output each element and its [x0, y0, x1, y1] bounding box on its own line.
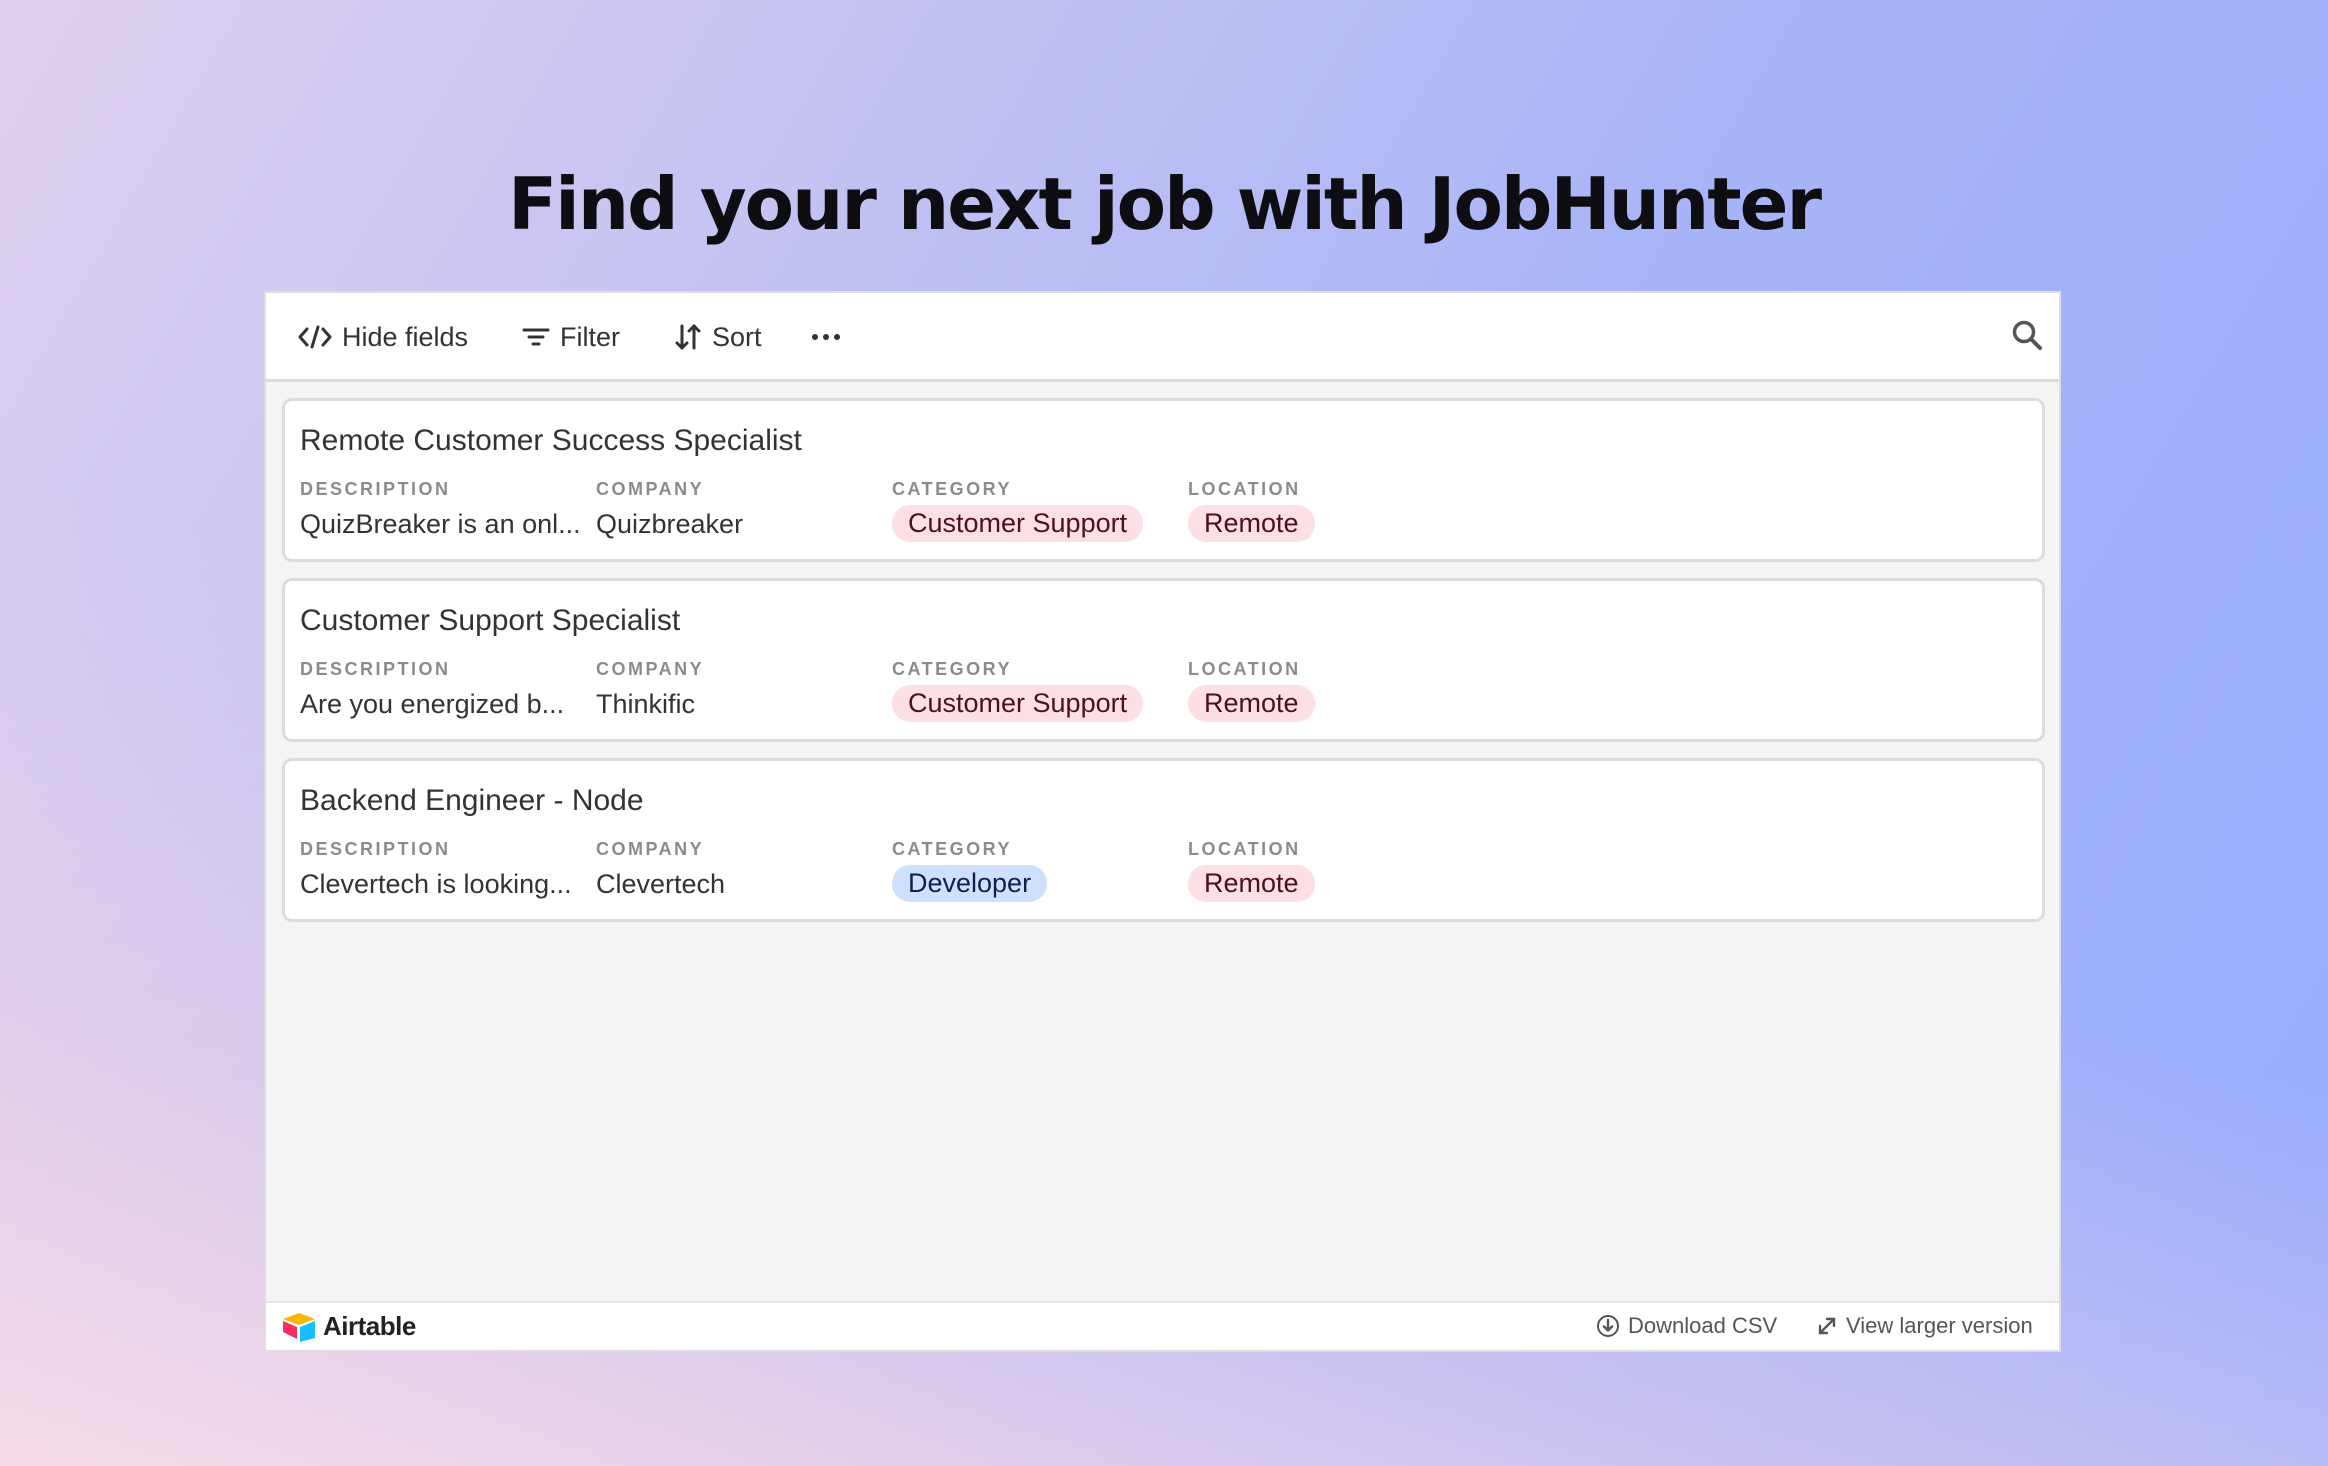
airtable-brand-name: Airtable [323, 1311, 416, 1341]
sort-icon [675, 324, 701, 350]
category-field: CATEGORY Customer Support [892, 479, 1144, 542]
location-field: LOCATION Remote [1188, 839, 1315, 902]
record-card[interactable]: Customer Support Specialist DESCRIPTION … [282, 578, 2045, 742]
record-title: Remote Customer Success Specialist [300, 424, 802, 457]
view-larger-link[interactable]: View larger version [1816, 1313, 2033, 1339]
sort-button[interactable]: Sort [674, 317, 762, 357]
category-pill: Developer [892, 865, 1048, 902]
record-card[interactable]: Remote Customer Success Specialist DESCR… [282, 398, 2045, 562]
download-icon [1597, 1315, 1619, 1337]
location-label: LOCATION [1188, 659, 1301, 679]
view-toolbar: Hide fields Filter Sort [266, 293, 2059, 382]
description-field: DESCRIPTION Are you energized b... [300, 659, 564, 719]
airtable-logo-icon [283, 1312, 315, 1342]
description-label: DESCRIPTION [300, 839, 451, 859]
ellipsis-icon [812, 334, 840, 340]
description-value: Are you energized b... [300, 689, 565, 719]
expand-icon [1818, 1317, 1836, 1335]
location-field: LOCATION Remote [1188, 479, 1315, 542]
record-title: Customer Support Specialist [300, 604, 681, 637]
hide-fields-icon [298, 325, 332, 349]
company-label: COMPANY [596, 479, 705, 499]
hide-fields-label: Hide fields [342, 321, 469, 352]
category-pill: Customer Support [892, 685, 1144, 722]
company-value: Thinkific [596, 689, 696, 719]
description-value: Clevertech is looking... [300, 869, 572, 899]
category-pill: Customer Support [892, 505, 1144, 542]
view-larger-label: View larger version [1846, 1313, 2033, 1338]
company-value: Quizbreaker [596, 509, 744, 539]
company-label: COMPANY [596, 659, 705, 679]
embed-footer: Airtable Download CSV View larger versio… [266, 1301, 2059, 1350]
location-field: LOCATION Remote [1188, 659, 1315, 722]
sort-label: Sort [712, 321, 762, 352]
description-label: DESCRIPTION [300, 479, 451, 499]
download-csv-label: Download CSV [1628, 1313, 1778, 1338]
description-value: QuizBreaker is an onl... [300, 509, 581, 539]
location-pill: Remote [1188, 505, 1315, 542]
company-field: COMPANY Clevertech [596, 839, 725, 899]
filter-label: Filter [560, 321, 620, 352]
company-value: Clevertech [596, 869, 726, 899]
hide-fields-button[interactable]: Hide fields [298, 317, 468, 357]
location-label: LOCATION [1188, 479, 1301, 499]
company-field: COMPANY Thinkific [596, 659, 705, 719]
description-field: DESCRIPTION Clevertech is looking... [300, 839, 572, 899]
category-field: CATEGORY Developer [892, 839, 1048, 902]
record-title: Backend Engineer - Node [300, 784, 644, 817]
download-csv-link[interactable]: Download CSV [1596, 1313, 1777, 1339]
airtable-brand-link[interactable]: Airtable [281, 1311, 416, 1342]
category-field: CATEGORY Customer Support [892, 659, 1144, 722]
location-label: LOCATION [1188, 839, 1301, 859]
airtable-embed: Hide fields Filter Sort Remote Customer … [264, 291, 2061, 1352]
search-button[interactable] [2011, 319, 2043, 356]
category-label: CATEGORY [892, 839, 1013, 859]
more-options-button[interactable] [811, 317, 851, 357]
page-headline: Find your next job with JobHunter [508, 162, 1822, 246]
category-label: CATEGORY [892, 479, 1013, 499]
record-card[interactable]: Backend Engineer - Node DESCRIPTION Clev… [282, 758, 2045, 922]
filter-icon [522, 328, 550, 346]
description-label: DESCRIPTION [300, 659, 451, 679]
company-field: COMPANY Quizbreaker [596, 479, 743, 539]
filter-button[interactable]: Filter [522, 317, 620, 357]
description-field: DESCRIPTION QuizBreaker is an onl... [300, 479, 581, 539]
category-label: CATEGORY [892, 659, 1013, 679]
company-label: COMPANY [596, 839, 705, 859]
location-pill: Remote [1188, 685, 1315, 722]
location-pill: Remote [1188, 865, 1315, 902]
search-icon [2012, 320, 2042, 350]
